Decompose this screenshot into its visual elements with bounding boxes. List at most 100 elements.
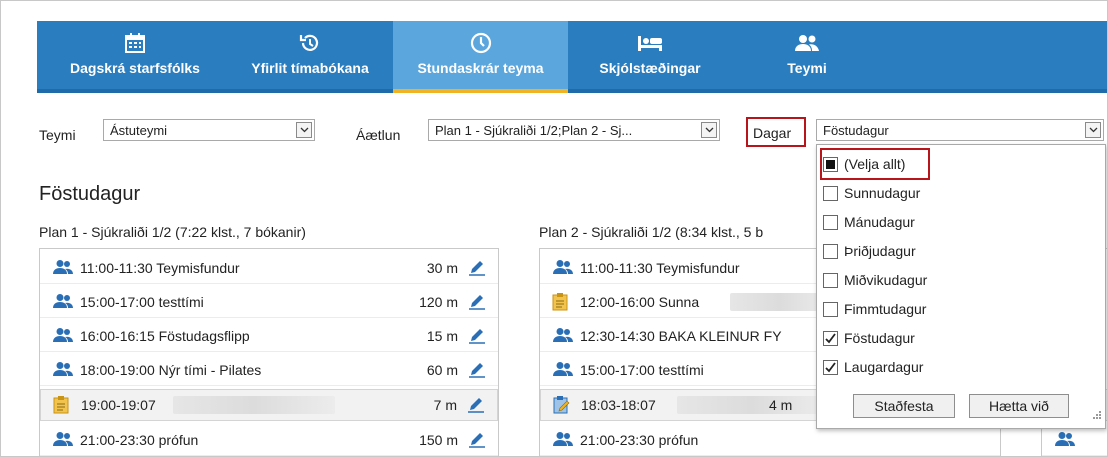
- group-icon: [52, 361, 74, 380]
- pencil-icon[interactable]: [468, 292, 486, 313]
- day-option-sunday[interactable]: Sunnudagur: [823, 181, 920, 205]
- option-label: Miðvikudagur: [844, 272, 928, 288]
- chevron-down-icon[interactable]: [296, 122, 312, 138]
- nav-tab-clients[interactable]: Skjólstæðingar: [568, 21, 732, 89]
- clipboard-edit-icon: [553, 396, 571, 417]
- pencil-icon[interactable]: [467, 395, 485, 416]
- group-icon: [552, 431, 574, 450]
- clock-icon: [469, 30, 493, 56]
- team-select[interactable]: Ástuteymi: [103, 119, 315, 141]
- confirm-button[interactable]: Staðfesta: [853, 394, 955, 418]
- checkbox[interactable]: [823, 301, 838, 317]
- booking-time: 12:30-14:30: [580, 328, 655, 344]
- pencil-icon[interactable]: [468, 360, 486, 381]
- checkbox[interactable]: [823, 272, 838, 288]
- checkbox-partial[interactable]: [823, 156, 838, 172]
- redacted-text: [173, 396, 335, 414]
- clipboard-icon: [552, 293, 568, 314]
- nav-tab-teams[interactable]: Teymi: [732, 21, 882, 89]
- nav-label: Teymi: [787, 60, 827, 76]
- option-label: Sunnudagur: [844, 185, 921, 201]
- checkbox[interactable]: [823, 185, 838, 201]
- pencil-icon[interactable]: [468, 326, 486, 347]
- booking-time: 21:00-23:30: [580, 432, 655, 448]
- nav-tab-staff-schedule[interactable]: Dagskrá starfsfólks: [37, 21, 233, 89]
- nav-tab-booking-overview[interactable]: Yfirlit tímabókana: [227, 21, 393, 89]
- app-window: Dagskrá starfsfólks Yfirlit tímabókana S…: [0, 0, 1108, 457]
- team-select-value: Ástuteymi: [110, 123, 168, 138]
- option-label: Fimmtudagur: [844, 301, 927, 317]
- booking-text: prófun: [658, 432, 699, 448]
- booking-time: 16:00-16:15: [80, 328, 155, 344]
- booking-text: Föstudagsflipp: [158, 328, 250, 344]
- nav-label: Skjólstæðingar: [599, 60, 701, 76]
- booking-text: testtími: [158, 294, 204, 310]
- day-option-wednesday[interactable]: Miðvikudagur: [823, 268, 927, 292]
- redacted-text: [730, 293, 830, 311]
- booking-text: testtími: [658, 362, 704, 378]
- resize-grip-icon[interactable]: [1092, 407, 1102, 425]
- booking-row[interactable]: 18:00-19:00 Nýr tími - Pilates 60 m: [40, 355, 498, 386]
- nav-label: Dagskrá starfsfólks: [70, 60, 200, 76]
- plan-select[interactable]: Plan 1 - Sjúkraliði 1/2;Plan 2 - Sj...: [428, 119, 720, 141]
- booking-duration: 150 m: [419, 432, 458, 448]
- booking-time: 18:00-19:00: [80, 362, 155, 378]
- booking-text: Nýr tími - Pilates: [158, 362, 262, 378]
- booking-time: 18:03-18:07: [581, 397, 656, 413]
- team-label: Teymi: [39, 127, 76, 143]
- group-icon: [552, 361, 574, 380]
- chevron-down-icon[interactable]: [701, 122, 717, 138]
- checkbox[interactable]: [823, 243, 838, 259]
- days-select[interactable]: Föstudagur: [816, 119, 1104, 141]
- day-option-select-all[interactable]: (Velja allt): [823, 152, 905, 176]
- booking-duration: 7 m: [433, 397, 457, 413]
- booking-text: Teymisfundur: [656, 260, 740, 276]
- booking-duration: 120 m: [419, 294, 458, 310]
- booking-row[interactable]: 11:00-11:30 Teymisfundur 30 m: [40, 253, 498, 284]
- booking-row[interactable]: 19:00-19:07 7 m: [40, 389, 498, 421]
- clipboard-icon: [53, 396, 69, 417]
- plan-select-value: Plan 1 - Sjúkraliði 1/2;Plan 2 - Sj...: [435, 123, 633, 138]
- chevron-down-icon[interactable]: [1085, 122, 1101, 138]
- booking-row[interactable]: 16:00-16:15 Föstudagsflipp 15 m: [40, 321, 498, 352]
- day-option-saturday[interactable]: Laugardagur: [823, 355, 923, 379]
- booking-row[interactable]: 15:00-17:00 testtími 120 m: [40, 287, 498, 318]
- booking-row[interactable]: 21:00-23:30 prófun: [540, 425, 1000, 456]
- redacted-text: [677, 396, 827, 414]
- booking-time: 19:00-19:07: [81, 397, 156, 413]
- option-label: Þriðjudagur: [844, 243, 916, 259]
- booking-duration: 60 m: [426, 362, 458, 378]
- nav-label: Yfirlit tímabókana: [251, 60, 369, 76]
- days-label: Dagar: [753, 125, 792, 141]
- group-icon: [52, 293, 74, 312]
- checkbox-checked[interactable]: [823, 330, 838, 346]
- pencil-icon[interactable]: [468, 430, 486, 451]
- booking-time: 11:00-11:30: [580, 260, 653, 276]
- booking-time: 12:00-16:00: [580, 294, 655, 310]
- booking-time: 11:00-11:30: [80, 260, 153, 276]
- nav-tab-team-schedules[interactable]: Stundaskrár teyma: [393, 21, 568, 93]
- day-option-tuesday[interactable]: Þriðjudagur: [823, 239, 916, 263]
- group-icon: [52, 431, 74, 450]
- booking-duration: 30 m: [426, 260, 458, 276]
- day-option-friday[interactable]: Föstudagur: [823, 326, 915, 350]
- team-icon: [794, 30, 820, 56]
- checkbox-checked[interactable]: [823, 359, 838, 375]
- cancel-button[interactable]: Hætta við: [969, 394, 1069, 418]
- booking-time: 15:00-17:00: [80, 294, 155, 310]
- group-icon: [552, 259, 574, 278]
- booking-text: prófun: [158, 432, 199, 448]
- group-icon: [552, 327, 574, 346]
- booking-row[interactable]: 21:00-23:30 prófun 150 m: [40, 425, 498, 456]
- option-label: Mánudagur: [844, 214, 915, 230]
- pencil-icon[interactable]: [468, 258, 486, 279]
- checkbox[interactable]: [823, 214, 838, 230]
- day-option-thursday[interactable]: Fimmtudagur: [823, 297, 926, 321]
- day-option-monday[interactable]: Mánudagur: [823, 210, 915, 234]
- booking-duration: 4 m: [769, 397, 793, 413]
- plan-2-title: Plan 2 - Sjúkraliði 1/2 (8:34 klst., 5 b: [539, 224, 764, 240]
- booking-time: 21:00-23:30: [80, 432, 155, 448]
- booking-text: Sunna: [658, 294, 700, 310]
- booking-row[interactable]: [1042, 425, 1107, 456]
- booking-duration: 15 m: [426, 328, 458, 344]
